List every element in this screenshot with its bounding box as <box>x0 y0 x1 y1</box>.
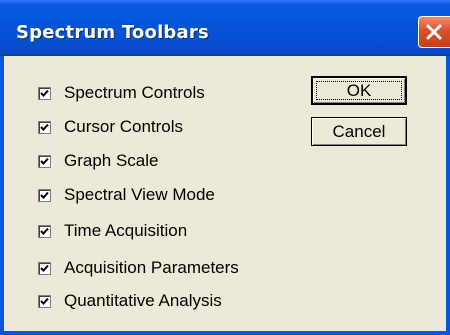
checkmark-icon <box>40 227 49 235</box>
checkbox[interactable] <box>38 86 51 100</box>
checkbox[interactable] <box>38 224 51 238</box>
window-frame-right <box>446 56 450 335</box>
option-label: Time Acquisition <box>64 221 188 240</box>
option-label: Quantitative Analysis <box>64 291 222 310</box>
spectrum-toolbars-dialog: Spectrum Toolbars Spectrum Controls Curs… <box>0 0 450 335</box>
ok-button-label: OK <box>346 80 372 100</box>
title-bar[interactable]: Spectrum Toolbars <box>0 0 450 56</box>
checkbox[interactable] <box>38 120 51 134</box>
close-x-icon <box>426 24 442 40</box>
window-frame-bottom <box>0 331 450 335</box>
checkmark-icon <box>40 157 49 165</box>
option-cursor-controls[interactable]: Cursor Controls <box>38 116 183 138</box>
option-spectrum-controls[interactable]: Spectrum Controls <box>38 82 205 104</box>
checkbox[interactable] <box>38 261 51 275</box>
option-spectral-view-mode[interactable]: Spectral View Mode <box>38 184 215 206</box>
close-button[interactable] <box>418 16 450 48</box>
dialog-title: Spectrum Toolbars <box>16 22 209 43</box>
checkmark-icon <box>40 123 49 131</box>
checkmark-icon <box>40 297 49 305</box>
checkbox[interactable] <box>38 154 51 168</box>
option-quantitative-analysis[interactable]: Quantitative Analysis <box>38 290 222 312</box>
option-label: Spectral View Mode <box>64 185 215 204</box>
checkbox[interactable] <box>38 188 51 202</box>
option-time-acquisition[interactable]: Time Acquisition <box>38 220 187 242</box>
checkmark-icon <box>40 264 49 272</box>
checkbox[interactable] <box>38 294 51 308</box>
ok-button[interactable]: OK <box>311 76 407 105</box>
option-acquisition-parameters[interactable]: Acquisition Parameters <box>38 257 239 279</box>
cancel-button-label: Cancel <box>332 121 386 141</box>
window-frame-left <box>0 56 4 335</box>
checkmark-icon <box>40 89 49 97</box>
option-label: Cursor Controls <box>64 117 184 136</box>
option-graph-scale[interactable]: Graph Scale <box>38 150 159 172</box>
checkmark-icon <box>40 191 49 199</box>
option-label: Spectrum Controls <box>64 83 205 102</box>
cancel-button[interactable]: Cancel <box>311 117 407 146</box>
option-label: Graph Scale <box>64 151 159 170</box>
option-label: Acquisition Parameters <box>64 258 239 277</box>
